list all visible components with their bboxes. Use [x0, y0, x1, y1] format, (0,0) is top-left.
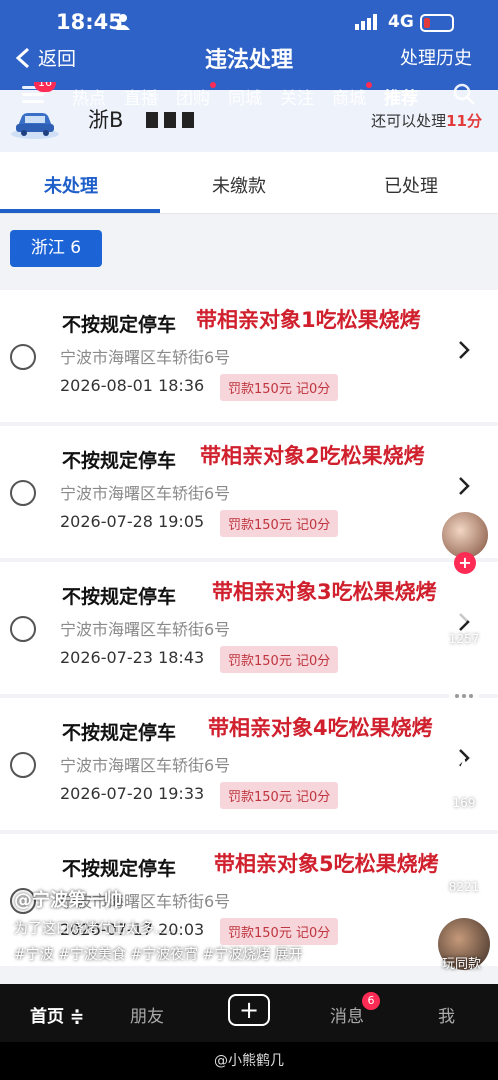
violation-address: 宁波市海曙区车轿街6号	[60, 756, 231, 775]
author-name[interactable]: @宁波第一帅	[14, 886, 303, 912]
tab-indicator	[0, 209, 160, 213]
history-button[interactable]: 处理历史	[400, 44, 472, 70]
remaining-label: 还可以处理	[371, 112, 447, 130]
nav-following[interactable]: 关注	[280, 84, 314, 109]
like-button[interactable]: 1257	[444, 592, 484, 646]
app-bar: 返回 违法处理 处理历史	[0, 42, 498, 82]
tab-unprocessed[interactable]: 未处理	[44, 172, 98, 198]
bottom-nav: 首页 ≑ 朋友 + 消息 6 我	[0, 984, 498, 1042]
fine-badge: 罚款150元 记0分	[220, 374, 339, 401]
comment-icon	[449, 684, 479, 708]
fine-badge: 罚款150元 记0分	[220, 510, 339, 537]
douyin-top-nav: 16 热点 直播 团购 同城 关注 商城 推荐	[0, 82, 498, 110]
nav-home[interactable]: 首页 ≑	[30, 1002, 84, 1027]
violation-name: 不按规定停车	[62, 722, 177, 744]
violation-name: 不按规定停车	[62, 858, 177, 880]
remaining-count: 11分	[446, 112, 482, 130]
fine-badge: 罚款150元 记0分	[220, 646, 339, 673]
favorite-count: 169	[452, 796, 476, 810]
nav-recommend[interactable]: 推荐	[384, 84, 418, 109]
video-overlay-text: 带相亲对象4吃松果烧烤	[208, 716, 433, 740]
violation-row[interactable]: 不按规定停车 带相亲对象4吃松果烧烤 宁波市海曙区车轿街6号 2026-07-2…	[0, 698, 498, 830]
messages-badge: 6	[362, 992, 380, 1010]
menu-badge: 16	[34, 82, 56, 92]
nav-local[interactable]: 同城	[228, 84, 262, 109]
comment-button[interactable]	[444, 680, 484, 720]
region-chip[interactable]: 浙江 6	[10, 230, 102, 267]
select-radio[interactable]	[10, 616, 36, 642]
select-radio[interactable]	[10, 752, 36, 778]
status-bar: 18:45 4G	[0, 0, 498, 42]
music-label[interactable]: 玩同款	[442, 953, 481, 972]
star-icon	[448, 758, 480, 789]
heart-icon	[448, 597, 480, 624]
page-body: 浙B 还可以处理11分 16 热点 直播 团购 同城 关注 商城 推荐 未处理 …	[0, 82, 498, 984]
nav-live[interactable]: 直播	[124, 84, 158, 109]
violation-address: 宁波市海曙区车轿街6号	[60, 484, 231, 503]
create-button[interactable]: +	[228, 994, 270, 1026]
select-radio[interactable]	[10, 344, 36, 370]
watermark: @小熊鹤几	[0, 1042, 498, 1080]
video-overlay-text: 带相亲对象1吃松果烧烤	[196, 308, 421, 332]
share-count: 8221	[448, 880, 480, 894]
nav-group-buy[interactable]: 团购	[176, 82, 216, 109]
video-caption: @宁波第一帅 为了这口烧烤付出太多...... #宁波 #宁波美食 #宁波夜宵 …	[14, 886, 303, 964]
select-radio[interactable]	[10, 480, 36, 506]
violation-row[interactable]: 不按规定停车 带相亲对象3吃松果烧烤 宁波市海曙区车轿街6号 2026-07-2…	[0, 562, 498, 694]
status-tabs: 未处理 未缴款 已处理	[0, 152, 498, 214]
nav-hot[interactable]: 热点	[72, 84, 106, 109]
favorite-button[interactable]: 169	[444, 756, 484, 810]
person-icon	[116, 14, 130, 30]
plate-mask	[146, 112, 194, 128]
video-description: 为了这口烧烤付出太多......	[14, 921, 181, 937]
violation-list: 不按规定停车 带相亲对象1吃松果烧烤 宁波市海曙区车轿街6号 2026-08-0…	[0, 290, 498, 970]
tab-processed[interactable]: 已处理	[384, 172, 438, 198]
nav-me[interactable]: 我	[438, 1002, 455, 1027]
video-overlay-text: 带相亲对象5吃松果烧烤	[214, 852, 439, 876]
chevron-right-icon	[459, 341, 470, 359]
nav-friends[interactable]: 朋友	[130, 1002, 164, 1027]
video-overlay-text: 带相亲对象2吃松果烧烤	[200, 444, 425, 468]
fine-badge: 罚款150元 记0分	[220, 782, 339, 809]
remaining-points: 还可以处理11分	[371, 110, 482, 131]
violation-row[interactable]: 不按规定停车 带相亲对象1吃松果烧烤 宁波市海曙区车轿街6号 2026-08-0…	[0, 290, 498, 422]
signal-icon	[355, 14, 377, 30]
status-time: 18:45	[56, 10, 123, 34]
tab-unpaid[interactable]: 未缴款	[212, 172, 266, 198]
follow-button[interactable]: +	[454, 552, 476, 574]
video-overlay-text: 带相亲对象3吃松果烧烤	[212, 580, 437, 604]
like-count: 1257	[448, 632, 480, 646]
nav-messages[interactable]: 消息	[330, 1002, 364, 1027]
share-icon	[449, 846, 480, 871]
battery-icon	[420, 14, 454, 32]
chevron-right-icon	[459, 477, 470, 495]
violation-row[interactable]: 不按规定停车 带相亲对象2吃松果烧烤 宁波市海曙区车轿街6号 2026-07-2…	[0, 426, 498, 558]
network-label: 4G	[388, 12, 414, 32]
violation-date: 2026-08-01 18:36	[60, 376, 205, 395]
nav-home-label: 首页	[30, 1007, 64, 1027]
violation-name: 不按规定停车	[62, 586, 177, 608]
violation-name: 不按规定停车	[62, 314, 177, 336]
violation-date: 2026-07-20 19:33	[60, 784, 205, 803]
video-tags[interactable]: #宁波 #宁波美食 #宁波夜宵 #宁波烧烤 展开	[14, 944, 303, 964]
nav-mall[interactable]: 商城	[332, 82, 372, 109]
violation-address: 宁波市海曙区车轿街6号	[60, 620, 231, 639]
search-icon[interactable]	[452, 82, 476, 106]
violation-address: 宁波市海曙区车轿街6号	[60, 348, 231, 367]
violation-name: 不按规定停车	[62, 450, 177, 472]
violation-date: 2026-07-23 18:43	[60, 648, 205, 667]
share-button[interactable]: 8221	[444, 840, 484, 894]
violation-date: 2026-07-28 19:05	[60, 512, 205, 531]
